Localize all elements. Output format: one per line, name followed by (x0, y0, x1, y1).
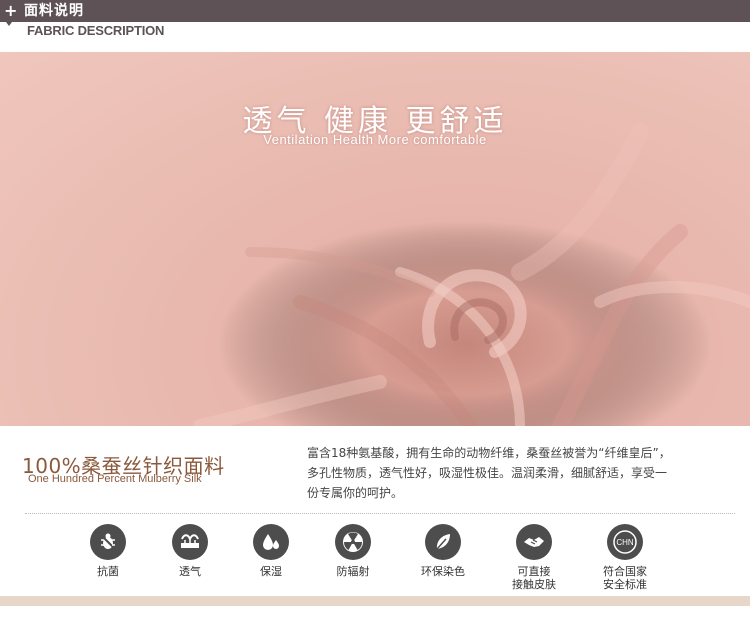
feature-skin-contact: 可直接 接触皮肤 (494, 524, 574, 591)
plus-icon: + (4, 1, 18, 20)
description-line: 富含18种氨基酸，拥有生命的动物纤维，桑蚕丝被誉为“纤维皇后”， (307, 446, 671, 460)
feature-label: 可直接 接触皮肤 (512, 565, 556, 591)
fabric-description: 富含18种氨基酸，拥有生命的动物纤维，桑蚕丝被誉为“纤维皇后”， 多孔性物质，透… (307, 443, 687, 503)
feature-breathable: 透气 (150, 524, 230, 578)
feature-anti-radiation: 防辐射 (313, 524, 393, 578)
feature-label: 保湿 (260, 565, 282, 578)
eco-dye-icon (425, 524, 461, 560)
section-header: + 面料说明 (0, 0, 750, 22)
bottom-divider-bar (0, 596, 750, 606)
fabric-title-english: One Hundred Percent Mulberry Silk (28, 473, 202, 485)
feature-eco-dye: 环保染色 (403, 524, 483, 578)
feature-label: 防辐射 (336, 565, 370, 578)
anti-radiation-icon (335, 524, 371, 560)
hero-slogan-english: Ventilation Health More comfortable (263, 132, 487, 147)
header-pointer-icon (6, 22, 12, 26)
feature-label: 透气 (179, 565, 201, 578)
chn-badge-text: CHN (616, 538, 634, 547)
breathable-icon (172, 524, 208, 560)
feature-moisturizing: 保湿 (231, 524, 311, 578)
feature-antibacterial: 抗菌 (68, 524, 148, 578)
description-line: 份专属你的呵护。 (307, 486, 404, 500)
skin-contact-icon (516, 524, 552, 560)
feature-label: 符合国家 安全标准 (603, 565, 647, 591)
moisturizing-icon (253, 524, 289, 560)
dotted-divider (25, 513, 735, 514)
section-subtitle: FABRIC DESCRIPTION (27, 23, 165, 38)
feature-label: 环保染色 (421, 565, 465, 578)
description-line: 多孔性物质，透气性好，吸湿性极佳。温润柔滑，细腻舒适，享受一 (307, 466, 668, 480)
feature-label: 抗菌 (97, 565, 119, 578)
national-standard-icon: CHN (607, 524, 643, 560)
section-title: 面料说明 (24, 3, 84, 19)
fabric-hero-image: 透气 健康 更舒适 Ventilation Health More comfor… (0, 52, 750, 426)
feature-national-standard: CHN 符合国家 安全标准 (585, 524, 665, 591)
antibacterial-icon (90, 524, 126, 560)
